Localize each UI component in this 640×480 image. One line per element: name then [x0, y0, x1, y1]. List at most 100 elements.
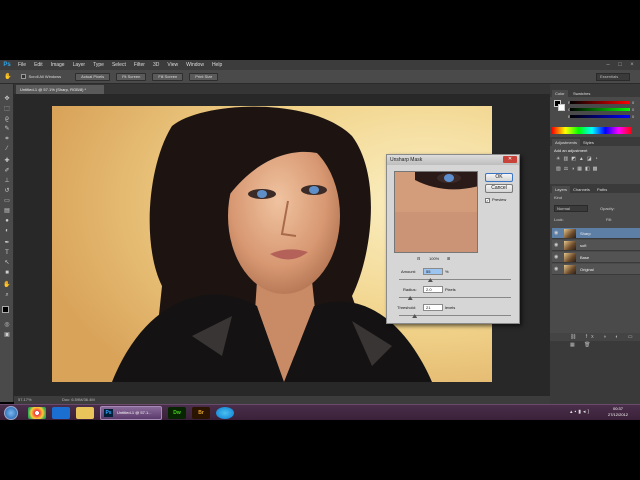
chrome-icon[interactable] [28, 407, 46, 419]
radius-input[interactable]: 2.0 [423, 286, 443, 293]
move-tool-icon[interactable]: ✥ [3, 96, 11, 103]
menu-3d[interactable]: 3D [149, 60, 163, 70]
radius-slider[interactable] [399, 297, 511, 298]
fill-screen-button[interactable]: Fill Screen [152, 72, 184, 81]
path-selection-tool-icon[interactable]: ↖ [3, 260, 11, 267]
zoom-level[interactable]: 57.17% [18, 397, 32, 402]
start-button[interactable] [4, 406, 18, 420]
menu-type[interactable]: Type [89, 60, 108, 70]
layer-name: soft [580, 243, 587, 248]
layer-row[interactable]: ◉ Sharp [552, 228, 640, 239]
explorer-folder-icon[interactable] [76, 407, 94, 419]
workspace-select[interactable]: Essentials [596, 73, 630, 81]
ok-button[interactable]: OK [485, 173, 513, 182]
zoom-in-icon[interactable]: ⊞ [447, 256, 450, 261]
b-value[interactable]: 0 [632, 114, 634, 119]
tab-paths[interactable]: Paths [594, 186, 610, 193]
document-tab[interactable]: Untitled-1 @ 57.1% (Sharp, RGB/8) * [16, 85, 104, 94]
zoom-out-icon[interactable]: ⊟ [417, 256, 420, 261]
eyedropper-tool-icon[interactable]: ⁄ [3, 146, 11, 153]
menu-filter[interactable]: Filter [130, 60, 149, 70]
g-slider[interactable] [570, 108, 630, 111]
shape-tool-icon[interactable]: ■ [3, 270, 11, 277]
r-value[interactable]: 0 [632, 100, 634, 105]
hand-tool-icon[interactable]: ✋ [3, 282, 11, 289]
eye-icon[interactable]: ◉ [554, 267, 560, 272]
b-slider[interactable] [570, 115, 630, 118]
layer-thumbnail [564, 265, 576, 274]
cancel-button[interactable]: Cancel [485, 184, 513, 193]
actual-pixels-button[interactable]: Actual Pixels [75, 72, 111, 81]
print-size-button[interactable]: Print Size [189, 72, 219, 81]
amount-slider[interactable] [399, 279, 511, 280]
quick-mask-icon[interactable]: ◎ [3, 322, 11, 329]
amount-unit: % [445, 269, 449, 274]
photoshop-logo: Ps [0, 60, 14, 70]
minimize-button[interactable]: – [604, 60, 612, 70]
menu-file[interactable]: File [14, 60, 30, 70]
tools-panel: ✥ ⬚ ϱ ✎ ⌗ ⁄ ✚ ✐ ⊥ ↺ ▭ ▤ ● ◐ ✒ T ↖ ■ ✋ ⌕ … [0, 84, 14, 402]
tab-styles[interactable]: Styles [580, 139, 597, 146]
menu-view[interactable]: View [163, 60, 182, 70]
quick-select-tool-icon[interactable]: ✎ [3, 126, 11, 133]
lasso-tool-icon[interactable]: ϱ [3, 116, 11, 123]
system-tray-icons[interactable]: ▴▪▮◂) [570, 409, 591, 415]
zoom-tool-icon[interactable]: ⌕ [3, 292, 11, 299]
adjustment-icons-row-2[interactable]: ▧⚖◑▦◧▩ [556, 166, 600, 172]
layer-row[interactable]: ◉ soft [552, 240, 640, 251]
crop-tool-icon[interactable]: ⌗ [3, 136, 11, 143]
menu-help[interactable]: Help [208, 60, 226, 70]
eye-icon[interactable]: ◉ [554, 243, 560, 248]
dreamweaver-icon[interactable]: Dw [168, 407, 186, 419]
blur-tool-icon[interactable]: ● [3, 218, 11, 225]
adjustment-icons-row-1[interactable]: ☀▥◩▲◪◔ [556, 156, 601, 162]
filter-preview[interactable] [394, 171, 478, 253]
r-slider[interactable] [570, 101, 630, 104]
blend-mode-select[interactable]: Normal [554, 205, 588, 212]
dialog-close-button[interactable]: ✕ [503, 156, 517, 163]
menu-window[interactable]: Window [182, 60, 208, 70]
eraser-tool-icon[interactable]: ▭ [3, 198, 11, 205]
menu-layer[interactable]: Layer [69, 60, 90, 70]
menu-edit[interactable]: Edit [30, 60, 47, 70]
amount-label: Amount: [401, 269, 416, 274]
layer-row[interactable]: ◉ Original [552, 264, 640, 275]
layer-actions-bar[interactable]: ⛓ fx ◑ ◐ ▭ ▦ 🗑 [550, 333, 640, 348]
color-background-swatch[interactable] [558, 104, 565, 111]
foreground-color-swatch[interactable] [2, 306, 9, 313]
eye-icon[interactable]: ◉ [554, 255, 560, 260]
filter-kind-label[interactable]: Kind [554, 195, 562, 200]
scroll-all-windows-checkbox[interactable] [21, 74, 27, 79]
menu-image[interactable]: Image [47, 60, 69, 70]
history-brush-tool-icon[interactable]: ↺ [3, 188, 11, 195]
fit-screen-button[interactable]: Fit Screen [116, 72, 147, 81]
color-spectrum[interactable] [552, 127, 632, 134]
tab-adjustments[interactable]: Adjustments [552, 139, 581, 146]
taskbar-clock[interactable]: 00:37 27/12/2012 [608, 406, 628, 418]
brush-tool-icon[interactable]: ✐ [3, 168, 11, 175]
close-window-button[interactable]: × [628, 60, 636, 70]
layer-row[interactable]: ◉ Base [552, 252, 640, 263]
menu-select[interactable]: Select [108, 60, 130, 70]
outlook-icon[interactable] [52, 407, 70, 419]
clone-stamp-tool-icon[interactable]: ⊥ [3, 178, 11, 185]
bridge-icon[interactable]: Br [192, 407, 210, 419]
tab-swatches[interactable]: Swatches [570, 90, 593, 97]
skype-icon[interactable] [216, 407, 234, 419]
maximize-button[interactable]: □ [616, 60, 624, 70]
preview-checkbox[interactable]: ✓ [485, 198, 490, 203]
marquee-tool-icon[interactable]: ⬚ [3, 106, 11, 113]
threshold-input[interactable]: 21 [423, 304, 443, 311]
g-value[interactable]: 0 [632, 107, 634, 112]
tab-channels[interactable]: Channels [570, 186, 593, 193]
tab-color[interactable]: Color [552, 90, 568, 97]
pen-tool-icon[interactable]: ✒ [3, 240, 11, 247]
eye-icon[interactable]: ◉ [554, 231, 560, 236]
amount-input[interactable]: 55 [423, 268, 443, 275]
tab-layers[interactable]: Layers [552, 186, 571, 193]
screen-mode-icon[interactable]: ▣ [3, 332, 11, 339]
healing-brush-tool-icon[interactable]: ✚ [3, 158, 11, 165]
gradient-tool-icon[interactable]: ▤ [3, 208, 11, 215]
dodge-tool-icon[interactable]: ◐ [3, 228, 11, 235]
type-tool-icon[interactable]: T [3, 250, 11, 257]
